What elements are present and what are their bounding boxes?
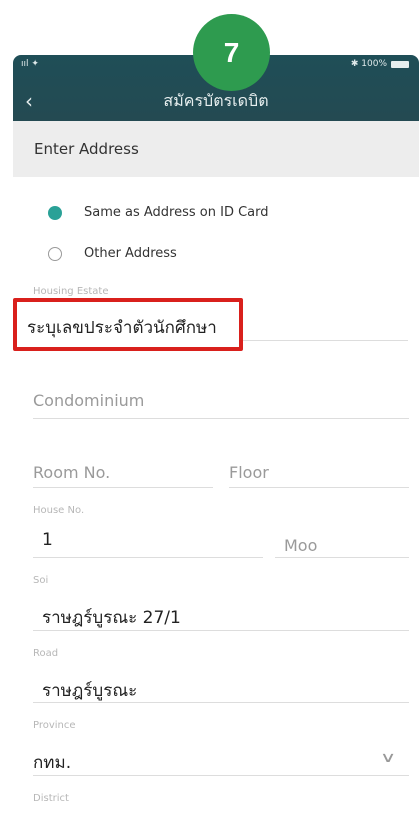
room-no-underline — [33, 487, 213, 488]
radio-selected-icon[interactable] — [48, 205, 62, 220]
housing-estate-label: Housing Estate — [33, 286, 109, 297]
province-select[interactable]: กทม. — [33, 749, 71, 776]
radio-other-address[interactable]: Other Address — [48, 246, 177, 261]
house-no-input[interactable]: 1 — [42, 530, 53, 550]
radio-same-as-id-card[interactable]: Same as Address on ID Card — [48, 205, 269, 220]
section-header: Enter Address — [13, 121, 419, 177]
signal-indicator: ııl ✦ — [21, 59, 39, 69]
soi-underline — [33, 630, 409, 631]
battery-indicator: ✱ 100% — [351, 59, 409, 69]
step-number-badge: 7 — [193, 14, 270, 91]
radio-label: Same as Address on ID Card — [84, 205, 269, 220]
road-underline — [33, 702, 409, 703]
moo-underline — [275, 557, 409, 558]
floor-underline — [229, 487, 409, 488]
moo-input[interactable]: Moo — [284, 536, 317, 555]
radio-unselected-icon[interactable] — [48, 246, 62, 261]
soi-input[interactable]: ราษฎร์บูรณะ 27/1 — [42, 604, 181, 631]
page-title: สมัครบัตรเดบิต — [163, 91, 269, 110]
floor-input[interactable]: Floor — [229, 463, 269, 482]
section-title: Enter Address — [34, 140, 139, 158]
province-underline — [33, 775, 409, 776]
district-label: District — [33, 793, 69, 804]
battery-icon — [391, 60, 409, 68]
condominium-input[interactable]: Condominium — [33, 391, 144, 410]
road-input[interactable]: ราษฎร์บูรณะ — [42, 677, 137, 704]
house-no-label: House No. — [33, 505, 85, 516]
battery-label: ✱ 100% — [350, 59, 387, 69]
condominium-underline — [33, 418, 409, 419]
province-label: Province — [33, 720, 76, 731]
road-label: Road — [33, 648, 59, 659]
housing-estate-underline — [243, 340, 408, 341]
room-no-input[interactable]: Room No. — [33, 463, 110, 482]
chevron-down-icon[interactable]: ∨ — [380, 750, 396, 766]
highlight-box — [13, 298, 243, 351]
radio-label: Other Address — [84, 246, 177, 261]
soi-label: Soi — [33, 575, 49, 586]
house-no-underline — [33, 557, 263, 558]
